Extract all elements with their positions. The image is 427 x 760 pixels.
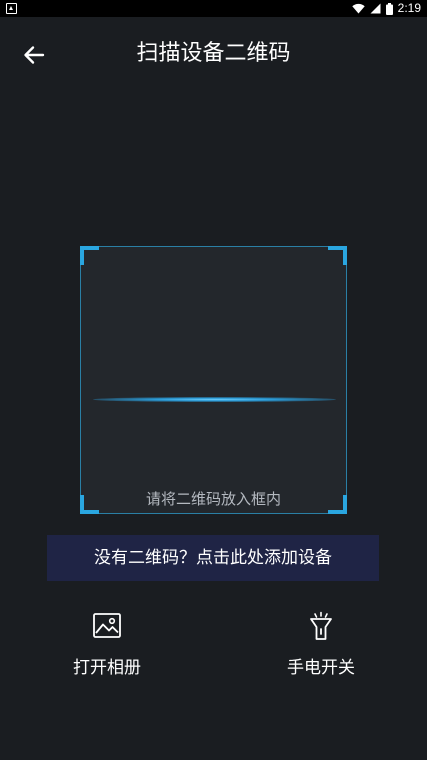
viewfinder-corner-top-left bbox=[80, 246, 99, 265]
status-bar: 2:19 bbox=[0, 0, 427, 17]
flashlight-icon bbox=[310, 611, 332, 640]
open-album-button[interactable]: 打开相册 bbox=[42, 605, 172, 685]
viewfinder-corner-top-right bbox=[328, 246, 347, 265]
open-album-label: 打开相册 bbox=[73, 658, 141, 678]
back-button[interactable] bbox=[14, 37, 54, 73]
app-header: 扫描设备二维码 bbox=[0, 17, 427, 91]
scan-viewfinder: 请将二维码放入框内 bbox=[80, 246, 347, 514]
signal-icon bbox=[370, 3, 381, 14]
scan-line bbox=[93, 397, 336, 402]
flashlight-toggle-button[interactable]: 手电开关 bbox=[256, 605, 386, 685]
status-time: 2:19 bbox=[397, 1, 421, 15]
image-icon bbox=[93, 613, 121, 638]
arrow-left-icon bbox=[24, 46, 45, 64]
page-title: 扫描设备二维码 bbox=[136, 41, 291, 66]
scan-hint-text: 请将二维码放入框内 bbox=[145, 490, 281, 508]
wifi-icon bbox=[351, 3, 365, 14]
battery-icon bbox=[385, 2, 393, 15]
flashlight-label: 手电开关 bbox=[287, 658, 355, 678]
status-icons: 2:19 bbox=[351, 0, 421, 17]
add-device-button[interactable]: 没有二维码？点击此处添加设备 bbox=[47, 535, 379, 581]
notification-icon bbox=[6, 3, 17, 14]
scan-qr-screen: 2:19 扫描设备二维码 请将二维码放入框内 没有二维码？点击此处添加设备 打开… bbox=[0, 0, 427, 760]
